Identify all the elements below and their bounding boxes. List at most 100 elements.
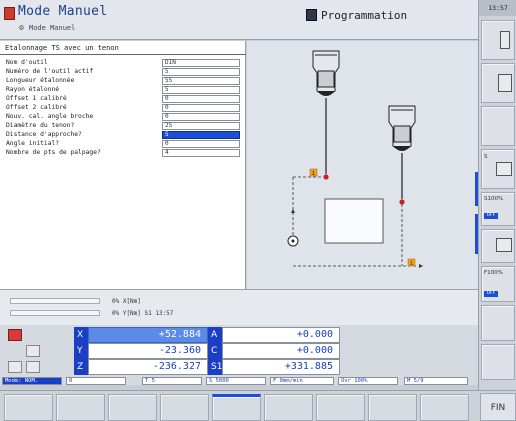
form-row-input[interactable]: DIN xyxy=(162,59,240,67)
softkey-2[interactable] xyxy=(56,394,105,421)
softkey-9[interactable] xyxy=(420,394,469,421)
form-row-label: Offset 1 calibré xyxy=(6,95,67,102)
axis-value: +52.884 xyxy=(88,327,208,343)
machine-info-strip: Mode: NOM. 0 T 5 S 5000 F 0mm/min Ovr 10… xyxy=(0,376,478,385)
hand-wheel-icon: ⚙ xyxy=(19,23,24,32)
info-override: Ovr 100% xyxy=(338,377,398,385)
info-tool: T 5 xyxy=(142,377,202,385)
form-row-label: Angle initial? xyxy=(6,140,60,147)
info-spindle: S 5000 xyxy=(206,377,266,385)
side-key-label: S100% xyxy=(484,196,504,202)
form-row: Offset 1 calibré 0 xyxy=(6,95,242,103)
form-row: Longueur étalonnée 55 xyxy=(6,77,242,85)
softkey-5[interactable] xyxy=(212,394,261,421)
axis-label: S1 xyxy=(208,359,222,375)
form-row: Nouv. cal. angle broche 0 xyxy=(6,113,242,121)
progress-bar-y xyxy=(10,310,100,316)
programming-mode-title[interactable]: Programmation xyxy=(321,9,407,22)
form-row-label: Nouv. cal. angle broche xyxy=(6,113,94,120)
softkey-4[interactable] xyxy=(160,394,209,421)
softkey-3[interactable] xyxy=(108,394,157,421)
softkey-6[interactable] xyxy=(264,394,313,421)
off-badge: OFF xyxy=(484,291,498,297)
arrow-up-icon xyxy=(291,209,295,213)
zoom-icon xyxy=(26,361,40,373)
axis-value: -23.360 xyxy=(88,343,208,359)
form-row: Angle initial? 0 xyxy=(6,140,242,148)
side-key-blank-1[interactable] xyxy=(481,106,515,146)
info-mode: Mode: NOM. xyxy=(2,377,62,385)
axis-position-z: Z -236.327 xyxy=(74,359,208,375)
divider xyxy=(0,54,246,55)
form-row-input[interactable]: 0 xyxy=(162,95,240,103)
side-softkey-bar: 13:57 S S100% OFF F100% OFF xyxy=(478,0,516,390)
workpiece-icon xyxy=(8,361,22,373)
form-row-input[interactable]: 0 xyxy=(162,140,240,148)
side-key-spindle[interactable]: S xyxy=(481,149,515,189)
machine-mode-icon xyxy=(4,7,15,20)
tool-holder-icon xyxy=(498,74,512,92)
form-row-input[interactable]: 55 xyxy=(162,77,240,85)
side-key-spindle-override[interactable]: S100% OFF xyxy=(481,192,515,226)
position-display: X +52.884 Y -23.360 Z -236.327 A +0.000 C +0.000 S… xyxy=(0,325,478,376)
step-marker-label: 1 xyxy=(410,261,413,267)
form-row-label: Diamètre du tenon? xyxy=(6,122,75,129)
side-key-feed-override[interactable]: F100% OFF xyxy=(481,266,515,302)
side-key-probe[interactable] xyxy=(481,20,515,60)
status-line-x: 0% X[Nm] xyxy=(112,298,141,305)
form-row-label: Longueur étalonnée xyxy=(6,77,75,84)
axis-position-y: Y -23.360 xyxy=(74,343,208,359)
softkey-8[interactable] xyxy=(368,394,417,421)
softkey-7[interactable] xyxy=(316,394,365,421)
form-row-input[interactable]: 0 xyxy=(162,104,240,112)
tool-icon xyxy=(26,345,40,357)
form-row-label: Rayon étalonné xyxy=(6,86,60,93)
form-row-label: Distance d'approche? xyxy=(6,131,82,138)
axis-position-s1: S1 +331.885 xyxy=(208,359,340,375)
softkey-bar xyxy=(0,390,516,421)
form-row-input[interactable]: 25 xyxy=(162,122,240,130)
side-key-blank-3[interactable] xyxy=(481,344,515,380)
axis-value: +0.000 xyxy=(222,327,340,343)
axis-label: X xyxy=(74,327,88,343)
axis-label: Y xyxy=(74,343,88,359)
form-row-input[interactable]: 5 xyxy=(162,68,240,76)
form-row-input[interactable]: 0 xyxy=(162,113,240,121)
form-row: Nombre de pts de palpage? 4 xyxy=(6,149,242,157)
side-key-spindle-2[interactable] xyxy=(481,229,515,263)
info-feed: F 0mm/min xyxy=(270,377,334,385)
status-line-y: 0% Y[Nm] S1 13:57 xyxy=(112,310,174,317)
probe-icon xyxy=(500,31,510,49)
form-row-label: Nom d'outil xyxy=(6,59,48,66)
form-row-input[interactable]: 5 xyxy=(162,86,240,94)
stop-icon xyxy=(8,329,22,341)
off-badge: OFF xyxy=(484,213,498,219)
form-row-input[interactable]: 4 xyxy=(162,149,240,157)
mode-subtitle: Mode Manuel xyxy=(29,24,76,32)
side-key-tool[interactable] xyxy=(481,63,515,103)
softkey-1[interactable] xyxy=(4,394,53,421)
info-mfunction: M 5/9 xyxy=(404,377,468,385)
programming-mode-icon[interactable] xyxy=(306,9,317,21)
form-row-label: Nombre de pts de palpage? xyxy=(6,149,101,156)
axis-value: +331.885 xyxy=(222,359,340,375)
side-key-label: S xyxy=(484,154,488,160)
workpiece-block xyxy=(324,198,384,244)
side-key-blank-2[interactable] xyxy=(481,305,515,341)
form-title: Etalonnage TS avec un tenon xyxy=(5,44,119,52)
help-graphic: 1 1 xyxy=(247,41,478,289)
probe-calibration-diagram: 1 1 xyxy=(287,50,423,268)
axis-value: +0.000 xyxy=(222,343,340,359)
fin-button[interactable]: FIN xyxy=(480,393,516,421)
info-datum: 0 xyxy=(66,377,126,385)
form-row-input[interactable]: 5 xyxy=(162,131,240,139)
axis-label: Z xyxy=(74,359,88,375)
clock: 13:57 xyxy=(479,0,516,16)
form-row: Numéro de l'outil actif 5 xyxy=(6,68,242,76)
arrow-right-icon xyxy=(419,264,423,268)
form-row: Distance d'approche? 5 xyxy=(6,131,242,139)
step-marker-label: 1 xyxy=(312,171,315,177)
axis-position-a: A +0.000 xyxy=(208,327,340,343)
mode-title: Mode Manuel xyxy=(18,4,108,19)
spindle-icon xyxy=(496,238,512,252)
